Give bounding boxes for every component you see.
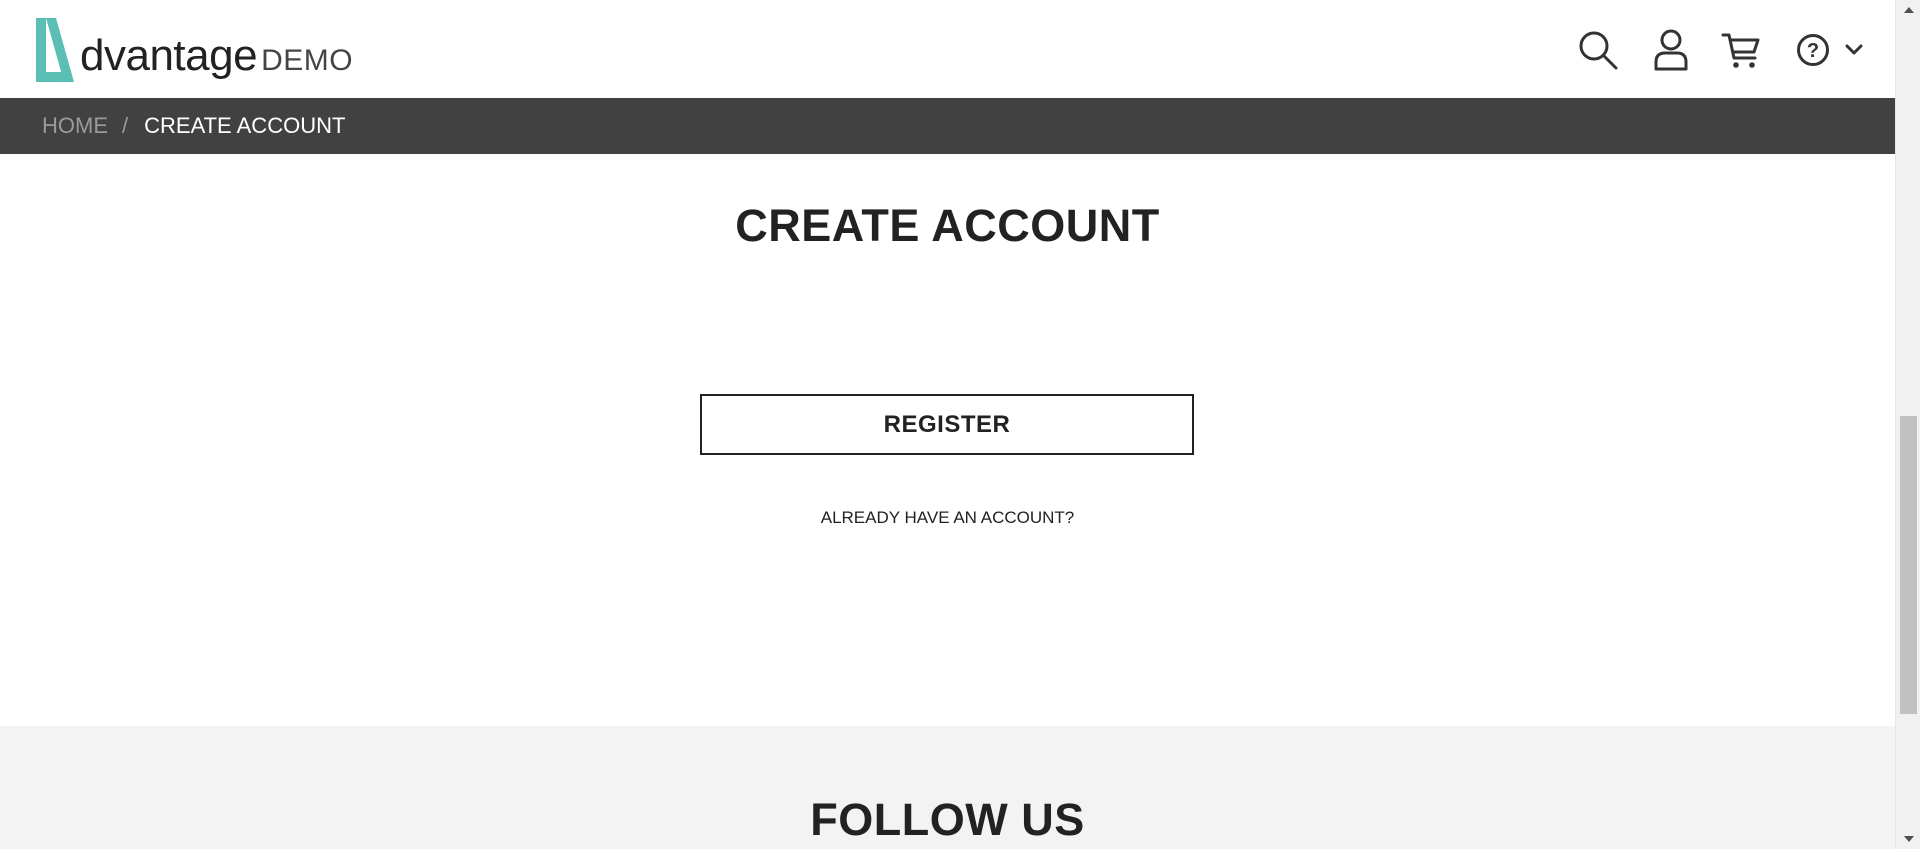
- logo-text: dvantage: [80, 31, 258, 80]
- breadcrumb-separator: /: [122, 113, 129, 138]
- follow-us-title: FOLLOW US: [810, 794, 1085, 845]
- vertical-scrollbar[interactable]: [1895, 0, 1920, 849]
- logo-mark-icon: [36, 18, 74, 82]
- scrollbar-thumb[interactable]: [1900, 416, 1917, 714]
- breadcrumb: HOME / CREATE ACCOUNT: [0, 98, 1895, 154]
- user-icon[interactable]: [1649, 28, 1693, 72]
- logo-suffix: DEMO: [261, 44, 354, 77]
- viewport: dvantage DEMO ? HOME / CREATE ACCOUNT CR…: [0, 0, 1895, 849]
- help-icon[interactable]: ?: [1791, 28, 1835, 72]
- breadcrumb-home-link[interactable]: HOME: [42, 113, 108, 139]
- register-button[interactable]: REGISTER: [700, 394, 1194, 455]
- cart-icon[interactable]: [1719, 28, 1763, 72]
- chevron-down-icon[interactable]: [1841, 28, 1867, 72]
- page: dvantage DEMO ? HOME / CREATE ACCOUNT CR…: [0, 0, 1920, 849]
- page-title: CREATE ACCOUNT: [735, 200, 1160, 251]
- scroll-down-arrow-icon[interactable]: [1896, 829, 1920, 849]
- already-have-account-link[interactable]: ALREADY HAVE AN ACCOUNT?: [0, 508, 1895, 528]
- scroll-up-arrow-icon[interactable]: [1896, 0, 1920, 20]
- breadcrumb-current: CREATE ACCOUNT: [144, 113, 346, 138]
- svg-text:?: ?: [1807, 40, 1819, 62]
- site-header: dvantage DEMO ?: [0, 0, 1895, 98]
- search-icon[interactable]: [1576, 28, 1620, 72]
- footer: FOLLOW US: [0, 726, 1895, 849]
- logo[interactable]: dvantage DEMO: [34, 14, 353, 84]
